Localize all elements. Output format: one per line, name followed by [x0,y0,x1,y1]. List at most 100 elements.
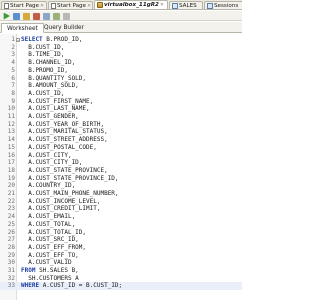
sql-text: B.AMOUNT_SOLD, [21,82,79,90]
tab-label: virtualbox_11gR2 [104,2,159,8]
line-number: 5 [11,66,15,74]
code-line[interactable]: 14 A.CUST_STREET_ADDRESS, [0,136,242,144]
close-icon[interactable]: ✕ [87,2,91,9]
line-number: 20 [7,182,15,190]
sql-text: A.CUST_ID = B.CUST_ID; [42,282,123,290]
close-icon[interactable]: ✕ [160,1,164,9]
code-line[interactable]: 15 A.CUST_POSTAL_CODE, [0,144,242,152]
code-line[interactable]: 11 A.CUST_GENDER, [0,113,242,121]
code-text: B.TIME_ID, [21,51,64,59]
code-line[interactable]: 23 A.CUST_CREDIT_LIMIT, [0,205,242,213]
line-number: 26 [7,228,15,236]
code-line[interactable]: 7 B.AMOUNT_SOLD, [0,82,242,90]
editor-subtabs: Worksheet Query Builder [0,22,242,33]
code-line[interactable]: 20 A.COUNTRY_ID, [0,182,242,190]
tab-worksheet[interactable]: Worksheet [1,23,44,33]
code-line[interactable]: 24 A.CUST_EMAIL, [0,213,242,221]
tab-label: Start Page [10,3,39,9]
line-number: 2 [11,43,15,51]
document-tab-bar: Start Page✕ Start Page✕ virtualbox_11gR2… [0,0,242,10]
sql-editor[interactable]: 1− SELECT B.PROD_ID, 2 B.CUST_ID, 3 B.TIME_… [0,34,242,300]
line-number: 15 [7,143,15,151]
code-line[interactable]: 30 A.CUST_VALID [0,259,242,267]
run-statement-icon[interactable] [3,12,10,20]
sql-text: A.CUST_EMAIL, [21,213,76,221]
sql-text: A.CUST_MAIN_PHONE_NUMBER, [21,190,119,197]
sql-text: A.CUST_TOTAL_ID, [21,228,87,236]
code-line[interactable]: 1− SELECT B.PROD_ID, [0,36,242,44]
line-number: 24 [7,213,15,221]
sql-text: A.CUST_STREET_ADDRESS, [21,136,108,144]
code-text: A.COUNTRY_ID, [21,182,75,190]
sql-worksheet-icon [207,3,213,9]
code-line[interactable]: 2 B.CUST_ID, [0,44,242,52]
tab-sessions[interactable]: Sessions [204,1,242,9]
close-icon[interactable]: ✕ [40,2,44,9]
line-number: 11 [7,113,15,120]
commit-icon[interactable] [23,12,30,20]
code-line[interactable]: 10 A.CUST_LAST_NAME, [0,105,242,113]
code-line[interactable]: 6 B.QUANTITY_SOLD, [0,75,242,83]
sql-text: A.CUST_EFF_TO, [21,251,79,259]
tab-virtualbox-11gr2[interactable]: virtualbox_11gR2✕ [94,0,168,9]
line-number: 4 [11,59,15,67]
sql-keyword: FROM [21,267,40,274]
line-number: 28 [7,243,15,251]
sql-text: A.CUST_INCOME_LEVEL, [21,197,101,205]
sql-text: A.CUST_MARITAL_STATUS, [21,128,108,136]
sql-text: A.CUST_CITY_ID, [21,159,83,167]
line-number: 25 [7,220,15,228]
code-line[interactable]: 27 A.CUST_SRC_ID, [0,236,242,244]
line-number: 13 [7,128,15,136]
code-line[interactable]: 12 A.CUST_YEAR_OF_BIRTH, [0,121,242,129]
code-text: B.PROMO_ID, [21,67,68,75]
code-text: A.CUST_STREET_ADDRESS, [21,136,108,144]
rollback-icon[interactable] [33,12,40,20]
run-script-icon[interactable] [13,12,20,20]
line-number: 32 [7,274,15,282]
explain-plan-icon[interactable] [43,12,50,20]
autotrace-icon[interactable] [53,12,60,20]
sql-text: B.TIME_ID, [21,51,65,59]
sql-text: A.CUST_FIRST_NAME, [21,97,94,105]
tab-start-page-2[interactable]: Start Page✕ [48,1,93,9]
code-line[interactable]: 8 A.CUST_ID, [0,90,242,98]
code-line[interactable]: 13 A.CUST_MARITAL_STATUS, [0,128,242,136]
code-line[interactable]: 9 A.CUST_FIRST_NAME, [0,98,242,106]
clear-icon[interactable] [63,12,70,20]
line-number: 6 [11,74,15,82]
code-line[interactable]: 19 A.CUST_STATE_PROVINCE_ID, [0,175,242,183]
code-line[interactable]: 25 A.CUST_TOTAL, [0,221,242,229]
tab-label: Sessions [214,3,239,9]
code-text: A.CUST_CREDIT_LIMIT, [21,205,100,213]
code-line[interactable]: 32 SH.CUSTOMERS A [0,275,242,283]
code-line[interactable]: 33 WHERE A.CUST_ID = B.CUST_ID; [0,282,242,291]
database-icon [97,2,103,8]
code-line[interactable]: 18 A.CUST_STATE_PROVINCE, [0,167,242,175]
code-line[interactable]: 26 A.CUST_TOTAL_ID, [0,229,242,237]
code-text: B.CHANNEL_ID, [21,59,75,67]
code-line[interactable]: 29 A.CUST_EFF_TO, [0,252,242,260]
code-line[interactable]: 28 A.CUST_EFF_FROM, [0,244,242,252]
code-line[interactable]: 31 FROM SH.SALES B, [0,267,242,275]
code-line[interactable]: 5 B.PROMO_ID, [0,67,242,75]
code-line[interactable]: 4 B.CHANNEL_ID, [0,59,242,67]
tab-query-builder[interactable]: Query Builder [39,23,89,33]
code-text: A.CUST_LAST_NAME, [21,105,90,113]
code-line[interactable]: 22 A.CUST_INCOME_LEVEL, [0,198,242,206]
code-text: A.CUST_FIRST_NAME, [21,98,93,106]
code-text: A.CUST_MAIN_PHONE_NUMBER, [21,190,119,198]
sql-text: SH.SALES B, [39,267,79,274]
sql-keyword: SELECT [21,36,47,43]
code-text: SH.CUSTOMERS A [21,275,79,283]
code-line[interactable]: 3 B.TIME_ID, [0,51,242,59]
fold-toggle-icon[interactable]: − [16,38,20,43]
code-line[interactable]: 16 A.CUST_CITY, [0,152,242,160]
sql-text: B.PROD_ID, [46,36,83,43]
sql-text: A.CUST_LAST_NAME, [21,105,90,113]
code-line[interactable]: 21 A.CUST_MAIN_PHONE_NUMBER, [0,190,242,198]
code-line[interactable]: 17 A.CUST_CITY_ID, [0,159,242,167]
tab-sales[interactable]: SALES [169,1,203,9]
sql-text: A.COUNTRY_ID, [21,182,76,190]
tab-start-page-1[interactable]: Start Page✕ [1,1,47,9]
